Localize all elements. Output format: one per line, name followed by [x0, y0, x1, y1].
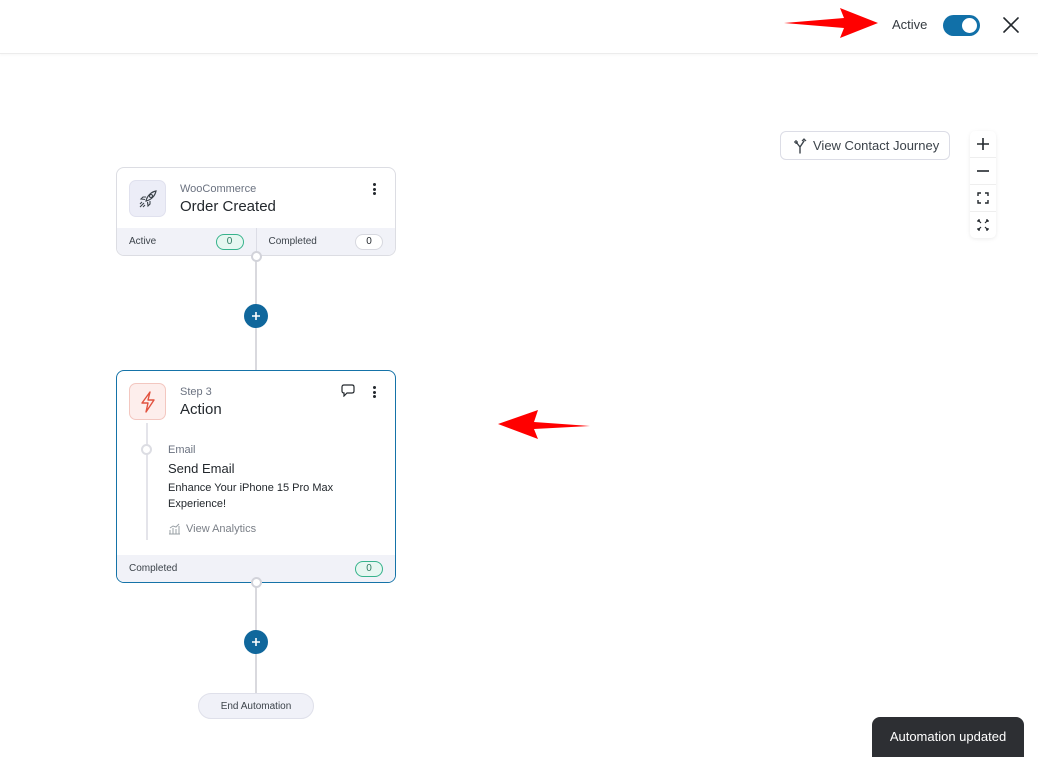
zoom-in-button[interactable]: [970, 131, 996, 158]
action-inner-line: [146, 423, 148, 540]
add-step-button[interactable]: [244, 630, 268, 654]
action-menu-icon[interactable]: [370, 384, 378, 400]
fit-view-icon: [977, 192, 989, 204]
plus-icon: [252, 312, 260, 320]
analytics-icon: [169, 523, 180, 535]
annotation-arrow-left: [498, 410, 590, 439]
action-step-label: Step 3: [180, 386, 212, 398]
active-count-badge: 0: [215, 233, 244, 250]
completed-count-badge: 0: [355, 233, 383, 250]
completed-label: Completed: [268, 236, 317, 247]
trigger-output-port[interactable]: [251, 251, 262, 262]
toast-notification: Automation updated: [872, 717, 1024, 757]
close-icon[interactable]: [1000, 14, 1022, 36]
trigger-node[interactable]: WooCommerce Order Created Active 0 Compl…: [116, 167, 396, 256]
action-node[interactable]: Step 3 Action Email Send Email Enhance Y…: [116, 370, 396, 583]
rocket-icon: [139, 189, 157, 207]
status-label: Active: [892, 17, 928, 32]
comment-icon[interactable]: [341, 384, 355, 397]
plus-icon: [977, 138, 989, 150]
action-item-description: Enhance Your iPhone 15 Pro Max Experienc…: [168, 482, 334, 510]
trigger-title: Order Created: [180, 198, 276, 215]
top-bar: Active: [0, 0, 1038, 54]
minus-icon: [977, 170, 989, 172]
trigger-icon-box: [129, 180, 166, 217]
view-analytics-link[interactable]: View Analytics: [168, 523, 256, 535]
end-automation-node[interactable]: End Automation: [198, 693, 314, 719]
active-label: Active: [129, 236, 157, 247]
action-output-port[interactable]: [251, 577, 262, 588]
lightning-icon: [140, 390, 155, 413]
completed-label: Completed: [129, 563, 178, 574]
branch-icon: [794, 137, 807, 154]
fullscreen-button[interactable]: [970, 212, 996, 238]
action-icon-box: [129, 383, 166, 420]
add-step-button[interactable]: [244, 304, 268, 328]
toast-message: Automation updated: [889, 729, 1007, 744]
active-toggle[interactable]: [943, 15, 980, 36]
zoom-out-button[interactable]: [970, 158, 996, 185]
zoom-controls: [970, 131, 996, 238]
trigger-menu-icon[interactable]: [370, 181, 378, 197]
trigger-source: WooCommerce: [180, 183, 257, 195]
view-contact-journey-label: View Contact Journey: [813, 138, 940, 153]
fullscreen-icon: [977, 219, 989, 231]
view-analytics-label: View Analytics: [186, 523, 257, 535]
action-title: Action: [180, 401, 222, 418]
action-item-title[interactable]: Send Email: [168, 461, 234, 476]
plus-icon: [252, 638, 260, 646]
action-item-marker: [141, 444, 152, 455]
completed-count-badge: 0: [355, 560, 383, 577]
action-item-type: Email: [168, 444, 196, 456]
fit-view-button[interactable]: [970, 185, 996, 212]
view-contact-journey-button[interactable]: View Contact Journey: [780, 131, 950, 160]
annotation-arrow-right: [784, 8, 878, 38]
